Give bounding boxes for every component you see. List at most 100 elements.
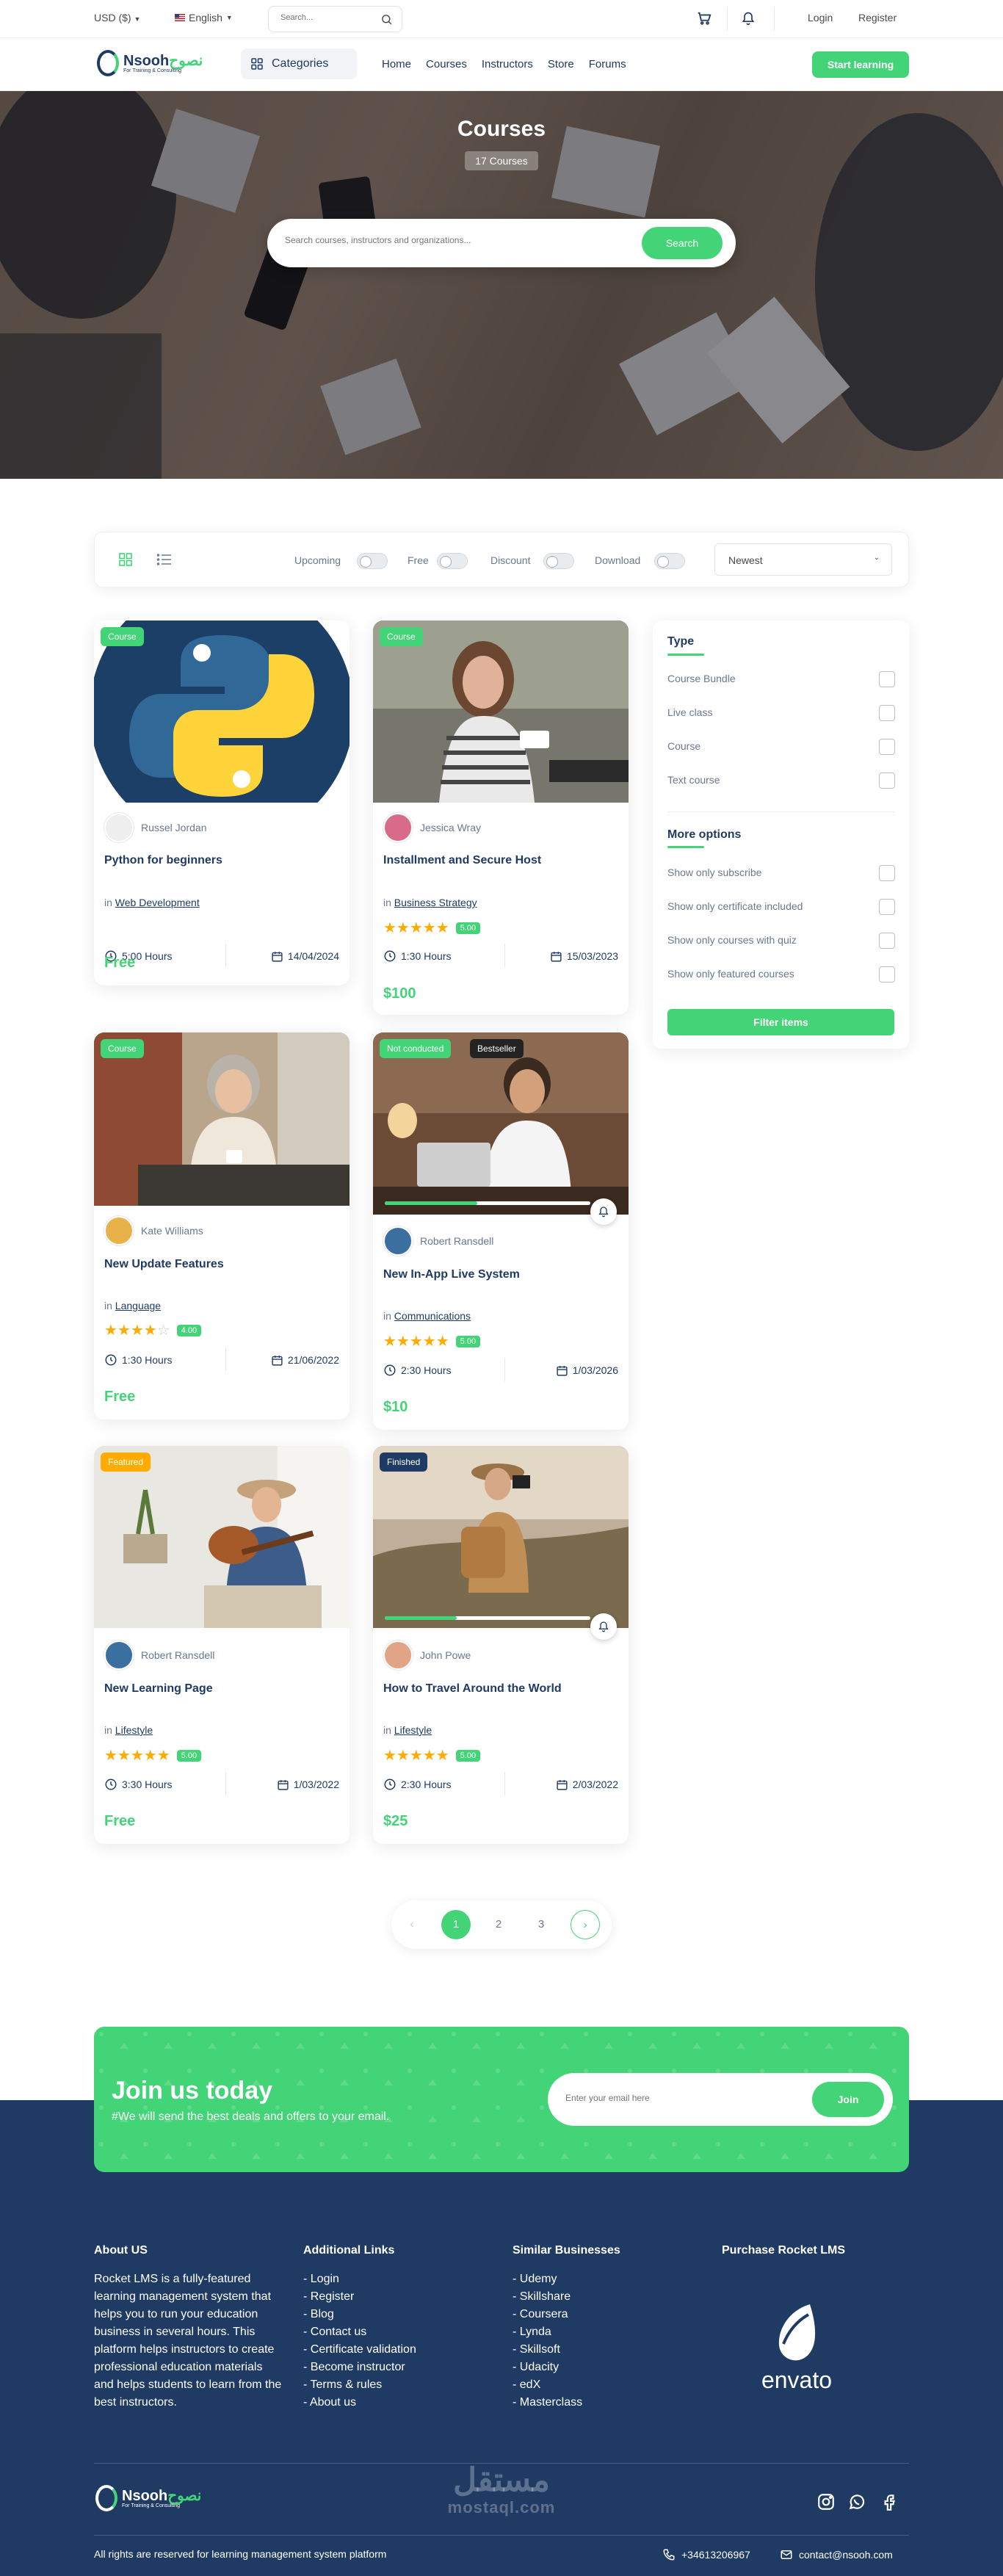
start-learning-button[interactable]: Start learning — [812, 51, 909, 78]
register-link[interactable]: Register — [858, 12, 897, 23]
cart-icon[interactable] — [696, 10, 712, 26]
search-icon[interactable] — [380, 13, 393, 26]
toggle-upcoming[interactable] — [357, 553, 388, 569]
notify-bell-button[interactable] — [590, 1613, 617, 1640]
course-title[interactable]: New Learning Page — [104, 1682, 213, 1696]
course-card[interactable]: Course Russel Jordan Python for beginner… — [94, 621, 350, 985]
course-author[interactable]: Robert Ransdell — [104, 1640, 214, 1670]
course-title[interactable]: New In-App Live System — [383, 1268, 520, 1281]
category-link[interactable]: Web Development — [115, 897, 200, 908]
footer-link-contact[interactable]: - Contact us — [303, 2323, 479, 2341]
toggle-free[interactable] — [437, 553, 468, 569]
checkbox[interactable] — [879, 933, 895, 949]
language-selector[interactable]: English ▼ — [175, 12, 233, 23]
category-link[interactable]: Lifestyle — [115, 1724, 153, 1736]
footer-link-about[interactable]: - About us — [303, 2394, 479, 2412]
nav-courses[interactable]: Courses — [426, 58, 467, 70]
newsletter-email-input[interactable] — [565, 2093, 786, 2103]
envato-logo[interactable]: envato — [753, 2300, 841, 2394]
footer-link-certificate[interactable]: - Certificate validation — [303, 2341, 479, 2359]
footer-link-skillshare[interactable]: - Skillshare — [513, 2288, 689, 2306]
toggle-discount[interactable] — [543, 553, 574, 569]
filter-option[interactable]: Course — [667, 739, 895, 755]
categories-button[interactable]: Categories — [241, 48, 357, 79]
prev-page-button[interactable]: ‹ — [397, 1910, 427, 1939]
checkbox[interactable] — [879, 705, 895, 721]
course-card[interactable]: Course Jessica Wray Installment and Secu… — [373, 621, 629, 1015]
filter-option[interactable]: Show only certificate included — [667, 899, 895, 915]
list-view-icon[interactable] — [156, 552, 173, 567]
sort-select[interactable]: Newest ⌄ — [714, 543, 892, 576]
footer-link-terms[interactable]: - Terms & rules — [303, 2376, 479, 2394]
nav-instructors[interactable]: Instructors — [482, 58, 533, 70]
footer-link-edx[interactable]: - edX — [513, 2376, 689, 2394]
course-card[interactable]: Featured Robert Ransdell New Learning Pa… — [94, 1446, 350, 1844]
footer-link-lynda[interactable]: - Lynda — [513, 2323, 689, 2341]
next-page-button[interactable]: › — [571, 1910, 600, 1939]
filter-option[interactable]: Course Bundle — [667, 671, 895, 687]
checkbox[interactable] — [879, 671, 895, 687]
nav-store[interactable]: Store — [548, 58, 574, 70]
login-link[interactable]: Login — [808, 12, 833, 23]
brand-logo[interactable]: Nsoohنصوح For Training & Consulting — [97, 50, 203, 76]
instagram-icon[interactable] — [816, 2492, 836, 2511]
checkbox[interactable] — [879, 773, 895, 789]
course-author[interactable]: John Powe — [383, 1640, 471, 1670]
grid-view-icon[interactable] — [118, 552, 133, 567]
footer-link-register[interactable]: - Register — [303, 2288, 479, 2306]
footer-link-skillsoft[interactable]: - Skillsoft — [513, 2341, 689, 2359]
nav-home[interactable]: Home — [382, 58, 411, 70]
filter-items-button[interactable]: Filter items — [667, 1009, 894, 1035]
filter-option[interactable]: Show only subscribe — [667, 865, 895, 881]
filter-option[interactable]: Live class — [667, 705, 895, 721]
course-author[interactable]: Russel Jordan — [104, 813, 207, 842]
toggle-download[interactable] — [654, 553, 685, 569]
course-card[interactable]: Finished John Powe How to Travel Around … — [373, 1446, 629, 1844]
join-button[interactable]: Join — [812, 2082, 884, 2117]
page-1[interactable]: 1 — [441, 1910, 471, 1939]
checkbox[interactable] — [879, 739, 895, 755]
currency-selector[interactable]: USD ($) ▼ — [94, 12, 140, 23]
filter-option[interactable]: Show only featured courses — [667, 966, 895, 983]
footer-link-login[interactable]: - Login — [303, 2271, 479, 2288]
category-link[interactable]: Communications — [394, 1310, 471, 1322]
footer-link-coursera[interactable]: - Coursera — [513, 2306, 689, 2323]
course-card[interactable]: Not conducted Bestseller Robert Ransdell… — [373, 1032, 629, 1430]
category-link[interactable]: Language — [115, 1300, 161, 1311]
course-author[interactable]: Robert Ransdell — [383, 1226, 493, 1256]
footer-link-masterclass[interactable]: - Masterclass — [513, 2394, 689, 2412]
course-author[interactable]: Kate Williams — [104, 1216, 203, 1245]
footer-link-udacity[interactable]: - Udacity — [513, 2359, 689, 2376]
top-search-input[interactable] — [280, 13, 369, 22]
page-2[interactable]: 2 — [484, 1910, 513, 1939]
checkbox[interactable] — [879, 865, 895, 881]
filter-option[interactable]: Show only courses with quiz — [667, 933, 895, 949]
nav-forums[interactable]: Forums — [589, 58, 626, 70]
course-title[interactable]: Python for beginners — [104, 854, 222, 867]
footer-brand-logo[interactable]: Nsoohنصوح For Training & Consulting — [95, 2485, 201, 2511]
bell-icon[interactable] — [741, 10, 756, 26]
whatsapp-icon[interactable] — [847, 2492, 866, 2511]
course-author[interactable]: Jessica Wray — [383, 813, 481, 842]
checkbox[interactable] — [879, 966, 895, 983]
footer-link-blog[interactable]: - Blog — [303, 2306, 479, 2323]
course-duration: 1:30 Hours — [122, 1354, 173, 1366]
course-card[interactable]: Course Kate Williams New Update Features… — [94, 1032, 350, 1419]
filter-option[interactable]: Text course — [667, 773, 895, 789]
category-link[interactable]: Business Strategy — [394, 897, 477, 908]
page-3[interactable]: 3 — [526, 1910, 556, 1939]
footer-link-udemy[interactable]: - Udemy — [513, 2271, 689, 2288]
facebook-icon[interactable] — [880, 2492, 899, 2511]
course-title[interactable]: How to Travel Around the World — [383, 1682, 562, 1696]
footer-email[interactable]: contact@nsooh.com — [780, 2548, 893, 2561]
hero-search-input[interactable] — [285, 235, 593, 245]
footer-phone[interactable]: +34613206967 — [662, 2548, 750, 2561]
footer-link-become-instructor[interactable]: - Become instructor — [303, 2359, 479, 2376]
category-link[interactable]: Lifestyle — [394, 1724, 432, 1736]
course-title[interactable]: New Update Features — [104, 1258, 224, 1271]
checkbox[interactable] — [879, 899, 895, 915]
hero-search-button[interactable]: Search — [642, 227, 723, 259]
course-title[interactable]: Installment and Secure Host — [383, 854, 541, 867]
notify-bell-button[interactable] — [590, 1198, 617, 1225]
course-type-badge: Course — [101, 1039, 144, 1058]
